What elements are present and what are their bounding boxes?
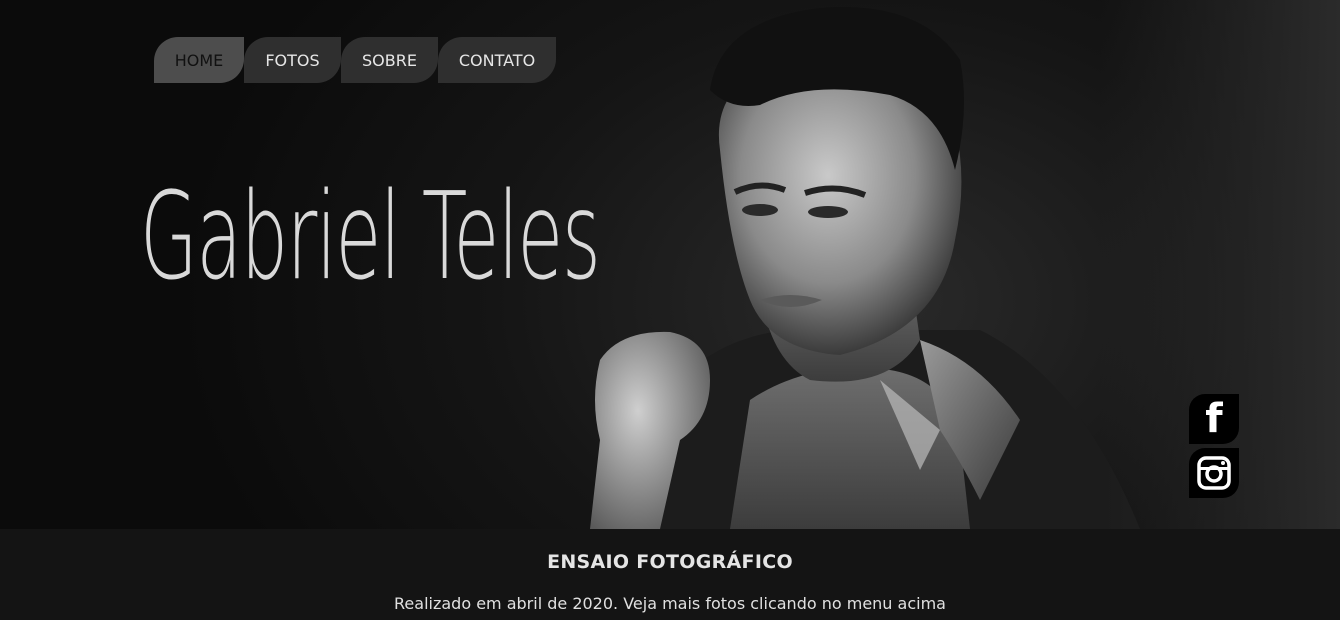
nav-item-home[interactable]: HOME	[154, 37, 244, 83]
main-nav: HOME FOTOS SOBRE CONTATO	[154, 37, 556, 83]
hero-banner: HOME FOTOS SOBRE CONTATO Gabriel Teles f	[0, 0, 1340, 529]
intro-section: ENSAIO FOTOGRÁFICO Realizado em abril de…	[0, 529, 1340, 620]
portrait-photo	[590, 7, 1140, 529]
section-title: ENSAIO FOTOGRÁFICO	[547, 551, 793, 573]
nav-item-sobre[interactable]: SOBRE	[341, 37, 438, 83]
instagram-button[interactable]	[1189, 448, 1239, 498]
facebook-icon: f	[1205, 396, 1223, 442]
nav-item-contato[interactable]: CONTATO	[438, 37, 556, 83]
site-title: Gabriel Teles	[140, 168, 601, 307]
instagram-icon	[1197, 456, 1231, 490]
section-description: Realizado em abril de 2020. Veja mais fo…	[394, 594, 946, 613]
social-links: f	[1189, 394, 1239, 502]
facebook-button[interactable]: f	[1189, 394, 1239, 444]
nav-item-fotos[interactable]: FOTOS	[244, 37, 341, 83]
